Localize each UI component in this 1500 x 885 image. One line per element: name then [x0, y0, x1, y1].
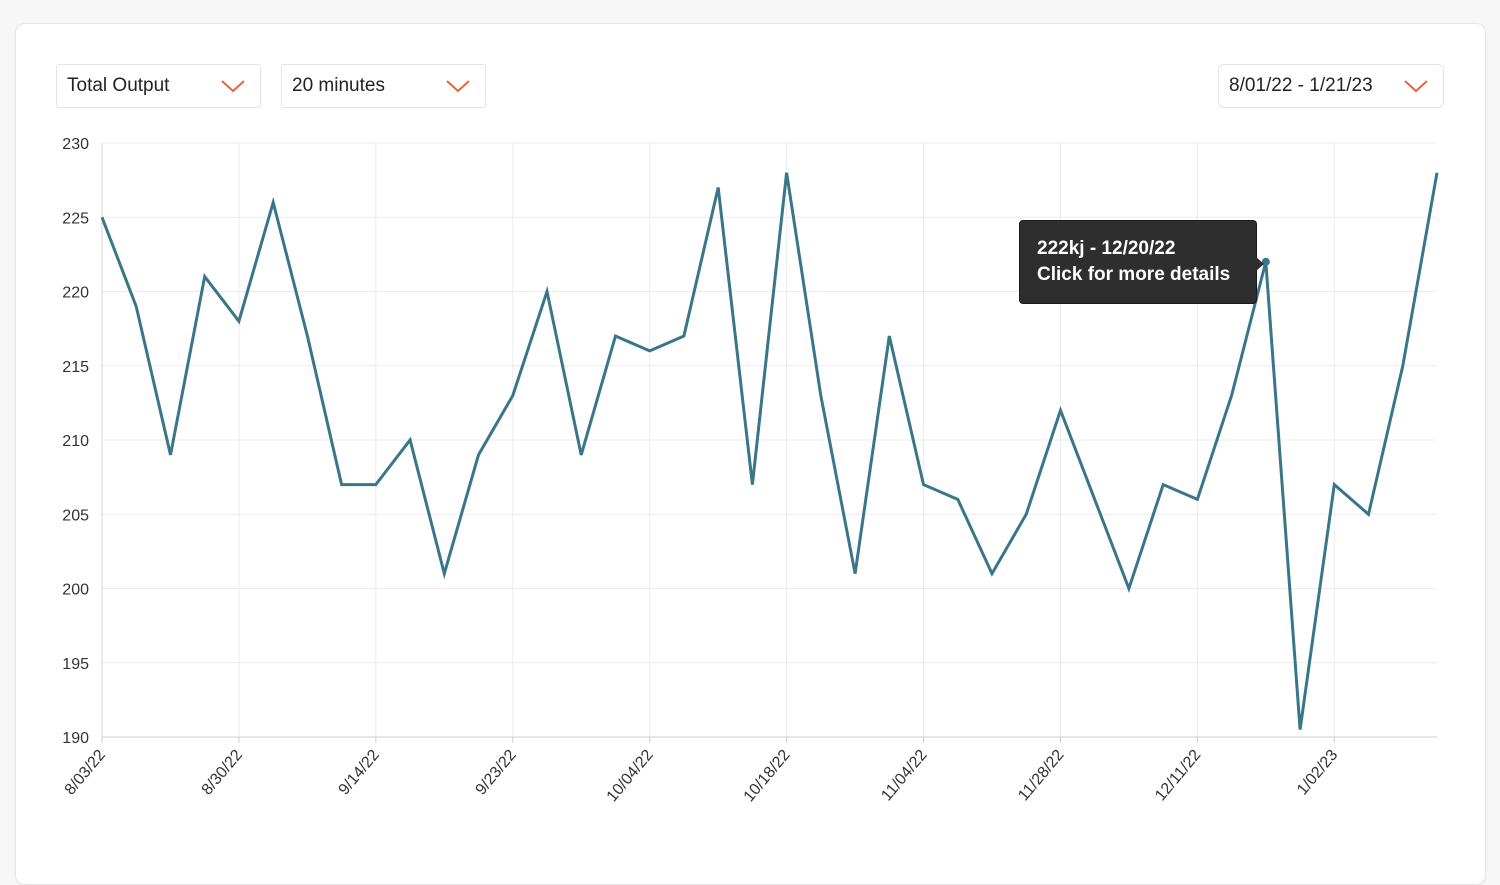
chevron-down-icon	[221, 80, 245, 93]
x-tick-label: 10/04/22	[604, 747, 657, 806]
data-point[interactable]	[645, 346, 655, 356]
data-point[interactable]	[679, 331, 689, 341]
data-point[interactable]	[816, 390, 826, 400]
y-tick-label: 210	[62, 433, 89, 450]
data-point[interactable]	[1124, 584, 1134, 594]
data-point[interactable]	[1055, 405, 1065, 415]
data-point[interactable]	[337, 480, 347, 490]
date-range-label: 8/01/22 - 1/21/23	[1229, 75, 1373, 96]
date-range-dropdown[interactable]: 8/01/22 - 1/21/23	[1218, 64, 1444, 108]
y-tick-label: 225	[62, 210, 89, 227]
data-point[interactable]	[850, 569, 860, 579]
data-point[interactable]	[234, 316, 244, 326]
x-tick-label: 1/02/23	[1294, 747, 1341, 799]
x-tick-label: 10/18/22	[741, 747, 794, 806]
data-point[interactable]	[474, 450, 484, 460]
y-tick-label: 205	[62, 507, 89, 524]
data-point[interactable]	[371, 480, 381, 490]
data-point[interactable]	[405, 435, 415, 445]
data-point[interactable]	[919, 480, 929, 490]
data-point-tooltip[interactable]: 222kj - 12/20/22 Click for more details	[1019, 220, 1264, 304]
data-point[interactable]	[987, 569, 997, 579]
data-point[interactable]	[953, 494, 963, 504]
chevron-down-icon	[446, 80, 470, 93]
metric-dropdown-label: Total Output	[67, 75, 170, 96]
tooltip-value: 222kj - 12/20/22	[1037, 238, 1176, 259]
data-point[interactable]	[610, 331, 620, 341]
data-point[interactable]	[131, 301, 141, 311]
data-point[interactable]	[1364, 509, 1374, 519]
data-point[interactable]	[268, 197, 278, 207]
x-tick-label: 9/23/22	[472, 747, 519, 799]
data-point[interactable]	[165, 450, 175, 460]
y-tick-label: 195	[62, 656, 89, 673]
data-point[interactable]	[1295, 725, 1305, 735]
data-point[interactable]	[1192, 494, 1202, 504]
line-chart: 190 195 200 205 210 215 220 225 230 8/03/22 8/30/…	[62, 136, 1442, 806]
interval-dropdown-label: 20 minutes	[292, 75, 385, 96]
x-tick-label: 12/11/22	[1152, 747, 1204, 805]
data-point[interactable]	[1398, 361, 1408, 371]
x-tick-label: 9/14/22	[336, 747, 383, 799]
data-point[interactable]	[439, 569, 449, 579]
data-point[interactable]	[1090, 494, 1100, 504]
y-tick-label: 215	[62, 359, 89, 376]
x-tick-label: 11/04/22	[878, 747, 930, 805]
y-axis-ticks: 190 195 200 205 210 215 220 225 230	[62, 136, 89, 747]
y-tick-label: 200	[62, 582, 89, 599]
x-tick-label: 8/30/22	[199, 747, 246, 799]
data-point[interactable]	[1329, 480, 1339, 490]
chevron-down-icon	[1404, 80, 1428, 93]
x-tick-label: 11/28/22	[1015, 747, 1067, 805]
data-point[interactable]	[1432, 168, 1442, 178]
y-tick-label: 230	[62, 136, 89, 153]
data-point[interactable]	[97, 212, 107, 222]
data-point[interactable]	[713, 183, 723, 193]
tooltip-link: Click for more details	[1037, 264, 1231, 285]
data-point[interactable]	[542, 287, 552, 297]
data-point[interactable]	[1021, 509, 1031, 519]
y-tick-label: 190	[62, 730, 89, 747]
data-point[interactable]	[782, 168, 792, 178]
data-point[interactable]	[200, 272, 210, 282]
data-point[interactable]	[1158, 480, 1168, 490]
data-point[interactable]	[884, 331, 894, 341]
y-tick-label: 220	[62, 285, 89, 302]
data-point[interactable]	[1227, 390, 1237, 400]
metric-dropdown[interactable]: Total Output	[56, 64, 261, 108]
data-point[interactable]	[576, 450, 586, 460]
data-point[interactable]	[302, 331, 312, 341]
interval-dropdown[interactable]: 20 minutes	[281, 64, 486, 108]
x-axis-ticks: 8/03/22 8/30/22 9/14/22 9/23/22 10/04/22 10/1…	[62, 747, 1342, 806]
data-point[interactable]	[747, 480, 757, 490]
x-tick-label: 8/03/22	[62, 747, 109, 799]
tooltip-arrow	[1256, 257, 1264, 271]
data-point[interactable]	[508, 390, 518, 400]
